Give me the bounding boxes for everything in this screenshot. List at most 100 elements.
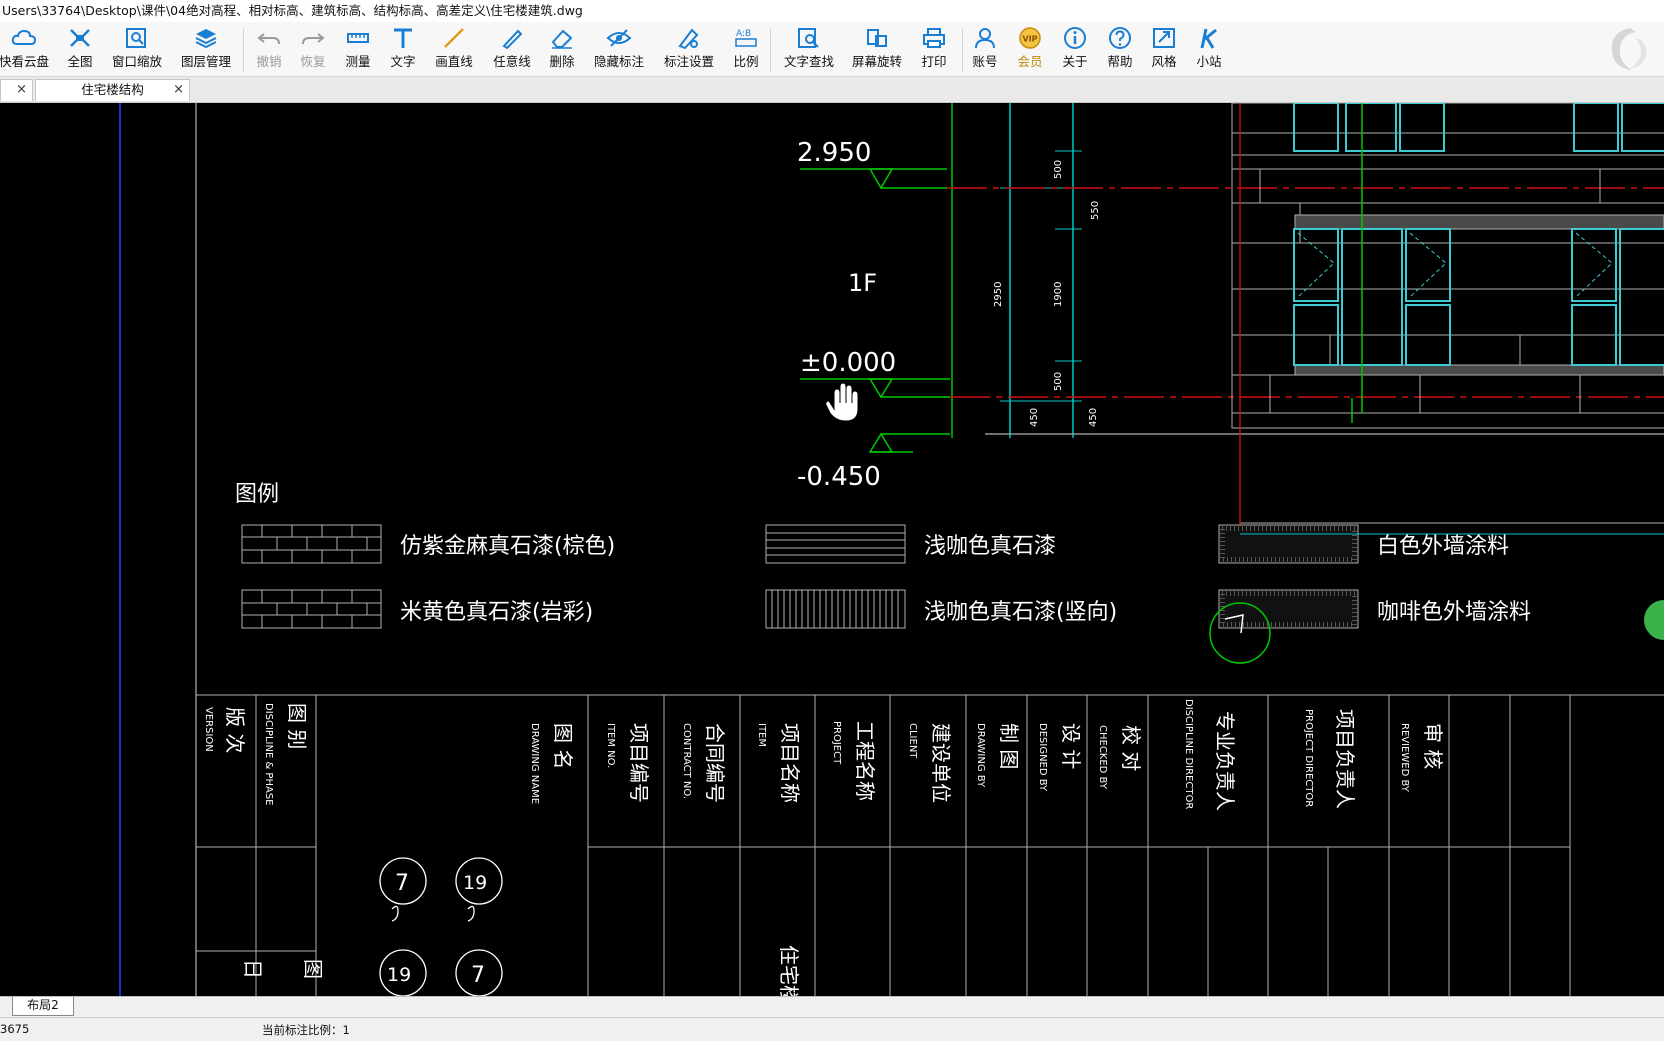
title-block-cell: ITEM NO. [605, 723, 616, 768]
tool-label: 删除 [549, 54, 575, 69]
text-search-icon [798, 28, 819, 48]
hand-cursor-icon [825, 382, 859, 422]
info-icon [1064, 27, 1086, 49]
legend-swatch-dots [1218, 524, 1359, 564]
style-icon [1153, 28, 1175, 48]
title-block-cell: 图 [301, 959, 325, 979]
elevation-marker-icon [868, 432, 894, 453]
title-block-cell: 专业负责人 [1213, 711, 1237, 811]
account-icon [975, 28, 995, 49]
dim-label: 450 [1088, 408, 1099, 427]
layers-icon [195, 29, 217, 49]
floor-label: 1F [848, 269, 877, 297]
title-block-cell: DISCIPLINE & PHASE [263, 703, 274, 806]
close-icon[interactable]: × [16, 80, 27, 100]
tool-label: 窗口缩放 [111, 54, 162, 69]
layout-tab[interactable]: 布局2 [12, 997, 74, 1016]
window-zoom-button[interactable]: 窗口缩放 [109, 26, 165, 74]
freehand-button[interactable]: 任意线 [484, 26, 540, 74]
title-block-cell: 项目编号 [627, 723, 651, 803]
layout-tab-bar: 布局2 [0, 996, 1664, 1017]
title-block-cell: 项目名称 [778, 723, 802, 803]
app-logo-icon [1611, 28, 1647, 70]
title-block-cell: CHECKED BY [1097, 725, 1108, 790]
hide-icon [606, 29, 632, 47]
print-icon [923, 28, 945, 48]
line-button[interactable]: 画直线 [426, 26, 482, 74]
title-block-cell: CONTRACT NO. [681, 723, 692, 799]
title-block-cell: 建设单位 [929, 723, 953, 803]
elevation-marker-icon [868, 378, 894, 399]
undo-icon [257, 33, 280, 45]
title-block-cell: 审 核 [1421, 723, 1445, 769]
site-icon [1200, 28, 1217, 49]
dim-label: 500 [1053, 372, 1064, 391]
window-zoom-icon [126, 28, 146, 48]
title-block-cell: 版 次 [223, 707, 247, 753]
tool-label: 任意线 [493, 54, 531, 69]
legend-swatch-horizontal [765, 524, 906, 564]
side-widget-icon [1644, 600, 1664, 640]
tool-label: 快看云盘 [0, 54, 49, 69]
scale-button[interactable]: A:B 比例 [718, 26, 774, 74]
fullview-icon [70, 29, 90, 47]
title-block-cell: 日 [241, 959, 265, 979]
scale-icon: A:B [735, 29, 757, 47]
dim-label: 2950 [993, 282, 1004, 307]
delete-button[interactable]: 删除 [534, 26, 590, 74]
close-icon[interactable]: × [173, 80, 184, 100]
title-block-cell: DESIGNED BY [1037, 723, 1048, 792]
eraser-icon [551, 29, 573, 49]
legend-label: 米黄色真石漆(岩彩) [400, 600, 593, 625]
title-block-cell: ITEM [756, 723, 767, 747]
tab-document[interactable]: 住宅楼结构 × [35, 79, 190, 101]
toolbar-separator [770, 28, 771, 72]
title-block-cell: 制 图 [997, 723, 1021, 769]
freehand-icon [502, 29, 523, 50]
tool-label: 全图 [67, 54, 93, 69]
rotate-screen-button[interactable]: 屏幕旋转 [849, 26, 905, 74]
document-tab-bar: × 住宅楼结构 × [0, 77, 1664, 103]
tool-label: 比例 [733, 54, 759, 69]
title-block-cell: VERSION [203, 707, 214, 752]
elevation-bottom-label: -0.450 [797, 462, 881, 492]
coordinate-readout: 3675 [0, 1022, 30, 1036]
drawing-canvas[interactable]: 2.950 1F ±0.000 -0.450 500 550 2950 1900… [0, 103, 1664, 996]
redo-icon [302, 33, 325, 45]
title-block-cell: 图 名 [551, 723, 575, 769]
text-search-button[interactable]: 文字查找 [781, 26, 837, 74]
cloud-drive-button[interactable]: 快看云盘 [0, 26, 52, 74]
title-block-cell: DISCIPLINE DIRECTOR [1183, 699, 1194, 809]
tool-label: 画直线 [435, 54, 473, 69]
detail-circle-label: 7 [395, 871, 409, 896]
legend-label: 仿紫金麻真石漆(棕色) [400, 534, 615, 559]
print-button[interactable]: 打印 [906, 26, 962, 74]
tool-label: 隐藏标注 [593, 54, 644, 69]
tab-previous[interactable]: × [0, 79, 33, 101]
title-block-cell: CLIENT [907, 723, 918, 759]
annotation-settings-button[interactable]: 标注设置 [661, 26, 717, 74]
tool-label: 文字查找 [783, 54, 834, 69]
layers-button[interactable]: 图层管理 [178, 26, 234, 74]
fullview-button[interactable]: 全图 [52, 26, 108, 74]
legend-label: 浅咖色真石漆 [924, 534, 1056, 559]
measure-icon [347, 33, 369, 43]
dim-label: 450 [1029, 408, 1040, 427]
elevation-top-label: 2.950 [797, 138, 871, 168]
title-block-cell: REVIEWED BY [1399, 723, 1410, 793]
line-icon [444, 28, 464, 48]
hide-annotation-button[interactable]: 隐藏标注 [591, 26, 647, 74]
detail-circle-label: 19 [387, 964, 411, 986]
legend-label: 浅咖色真石漆(竖向) [924, 600, 1117, 625]
vip-icon: VIP [1019, 27, 1041, 49]
title-block-cell: 项目负责人 [1333, 709, 1357, 809]
tool-label: 屏幕旋转 [851, 54, 902, 69]
elevation-marker-icon [868, 168, 894, 190]
site-button[interactable]: 小站 [1181, 26, 1237, 74]
title-block-cell: DRAWING BY [975, 723, 986, 788]
detail-circle-label: 7 [471, 963, 485, 988]
legend-swatch-dots-2 [1218, 589, 1359, 629]
dim-label: 550 [1090, 201, 1101, 220]
text-button[interactable]: 文字 [375, 26, 431, 74]
detail-circle-label: 19 [463, 872, 487, 894]
